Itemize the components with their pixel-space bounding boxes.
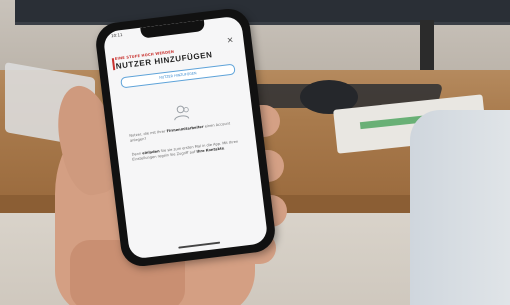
monitor — [15, 0, 510, 25]
status-time: 10:11 — [110, 31, 123, 39]
info-text-1-part: Nutzer, die mit Ihrer — [129, 129, 167, 138]
photo-scene: 10:11 ✕ EINE STUFE HOCH WERDEN NUTZER HI… — [0, 0, 510, 305]
users-icon — [170, 102, 192, 122]
person-sleeve — [410, 110, 510, 305]
phone-screen: 10:11 ✕ EINE STUFE HOCH WERDEN NUTZER HI… — [102, 15, 269, 260]
info-text-1-bold: Firmenmitarbeiter — [166, 124, 204, 134]
phone-notch — [140, 19, 206, 39]
smartphone: 10:11 ✕ EINE STUFE HOCH WERDEN NUTZER HI… — [93, 6, 278, 269]
info-text-1: Nutzer, die mit Ihrer Firmenmitarbeiter … — [129, 120, 239, 143]
info-text-2-part: . — [223, 146, 226, 151]
info-text-2: Dann einladen Sie sie zum ersten Mal in … — [131, 139, 241, 162]
monitor-stand — [420, 20, 434, 75]
home-indicator — [178, 241, 221, 249]
close-icon[interactable]: ✕ — [226, 35, 234, 45]
